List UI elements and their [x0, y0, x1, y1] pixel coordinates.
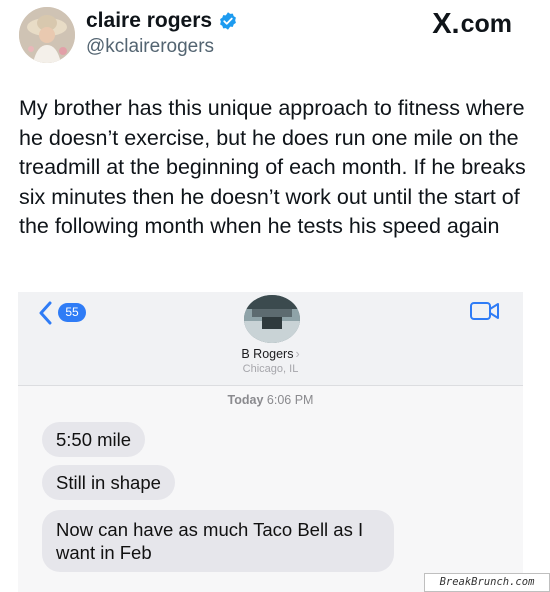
timestamp-time: 6:06 PM: [266, 393, 314, 407]
chevron-right-icon: ›: [295, 347, 300, 361]
contact-location: Chicago, IL: [242, 363, 299, 375]
contact-name: B Rogers: [241, 347, 294, 361]
video-camera-icon[interactable]: [469, 300, 501, 322]
chevron-left-icon[interactable]: [38, 301, 52, 325]
unread-count-badge[interactable]: 55: [58, 303, 86, 322]
message-bubble[interactable]: Still in shape: [42, 465, 175, 500]
author-handle[interactable]: @kclairerogers: [86, 36, 214, 58]
messages-header: 55 B Rogers › Chicago, IL: [18, 292, 523, 386]
message-timestamp: Today 6:06 PM: [18, 393, 523, 407]
avatar-photo: [19, 7, 75, 63]
site-logo: X. com: [432, 8, 512, 41]
author-row: claire rogers: [86, 9, 238, 33]
author-name[interactable]: claire rogers: [86, 9, 212, 33]
contact-name-row[interactable]: B Rogers ›: [18, 347, 523, 361]
site-label: com: [460, 10, 512, 38]
profile-avatar[interactable]: [19, 7, 75, 63]
timestamp-day: Today: [227, 393, 264, 407]
site-watermark: BreakBrunch.com: [424, 573, 550, 592]
contact-photo: [244, 295, 300, 343]
message-bubble[interactable]: 5:50 mile: [42, 422, 146, 457]
x-logo-icon: X.: [432, 8, 460, 40]
contact-avatar[interactable]: [244, 295, 300, 343]
tweet-text: My brother has this unique approach to f…: [19, 96, 526, 238]
messages-screenshot: 55 B Rogers › Chicago, IL Today 6:06 PM 5…: [18, 292, 523, 592]
message-bubble[interactable]: Now can have as much Taco Bell as I want…: [42, 510, 394, 572]
verified-badge-icon: [220, 12, 236, 30]
